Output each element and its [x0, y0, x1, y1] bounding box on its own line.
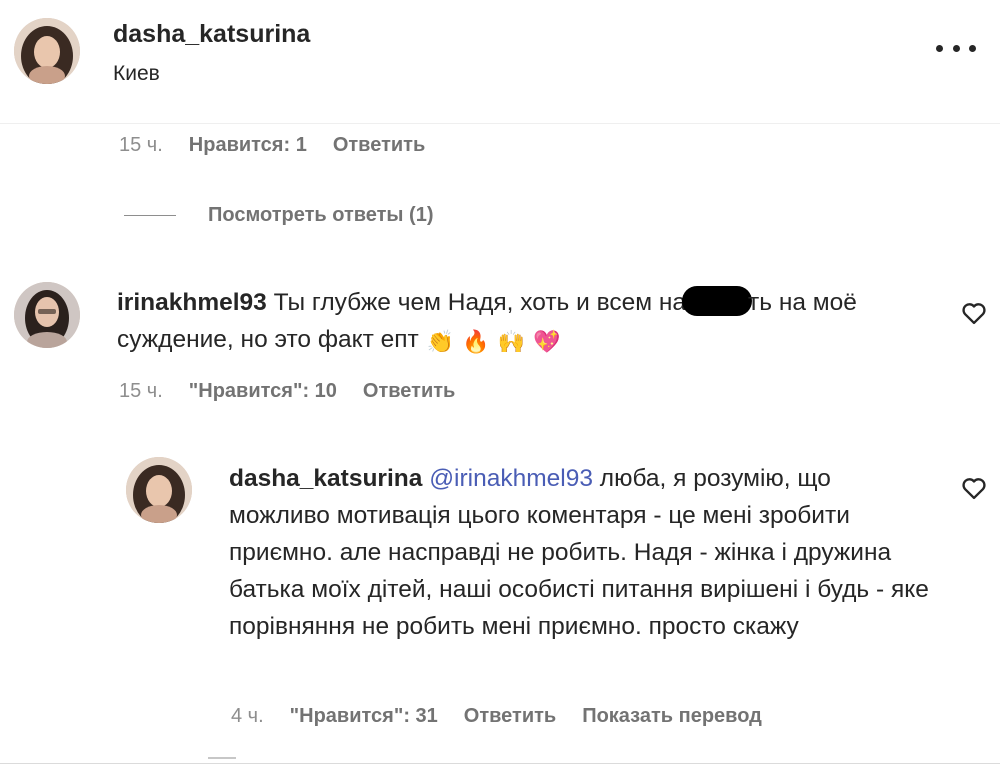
comment-time: 15 ч.	[119, 134, 163, 156]
divider-line	[208, 757, 236, 759]
avatar[interactable]	[14, 282, 80, 348]
sparkling-heart-icon: 💖	[532, 329, 561, 354]
likes-count[interactable]: Нравится: 1	[189, 134, 307, 157]
reply-text: dasha_katsurina @irinakhmel93 люба, я ро…	[229, 460, 929, 645]
reply-meta: 4 ч. "Нравится": 31 Ответить Показать пе…	[231, 705, 788, 728]
view-replies-label[interactable]: Посмотреть ответы (1)	[208, 204, 434, 227]
avatar[interactable]	[126, 457, 192, 523]
clapping-hands-icon: 👏	[426, 329, 455, 354]
reply-time: 4 ч.	[231, 705, 264, 727]
divider-line	[124, 215, 176, 216]
redaction-mark	[682, 286, 753, 316]
more-horizontal-icon[interactable]	[936, 38, 976, 58]
reply-button[interactable]: Ответить	[333, 134, 425, 157]
likes-count[interactable]: "Нравится": 10	[189, 380, 337, 403]
reply-username[interactable]: dasha_katsurina	[229, 465, 422, 492]
like-heart-icon[interactable]	[960, 299, 988, 327]
header-location[interactable]: Киев	[113, 62, 160, 86]
comment-time: 15 ч.	[119, 380, 163, 402]
comment-meta: 15 ч. Нравится: 1 Ответить	[119, 134, 451, 157]
like-heart-icon[interactable]	[960, 474, 988, 502]
likes-count[interactable]: "Нравится": 31	[290, 705, 438, 728]
view-replies-button[interactable]: Посмотреть ответы (1)	[124, 204, 434, 227]
avatar[interactable]	[14, 18, 80, 84]
reply-button[interactable]: Ответить	[363, 380, 455, 403]
comment-username[interactable]: irinakhmel93	[117, 289, 267, 316]
header-username[interactable]: dasha_katsurina	[113, 20, 310, 49]
post-header: dasha_katsurina Киев	[0, 0, 1000, 124]
mention-link[interactable]: @irinakhmel93	[429, 465, 593, 492]
show-translation-button[interactable]: Показать перевод	[582, 705, 762, 728]
comment-body-start: Ты глубже чем Надя, хоть и всем на	[273, 289, 687, 316]
comment-text: irinakhmel93 Ты глубже чем Надя, хоть и …	[117, 284, 907, 360]
fire-icon: 🔥	[462, 329, 490, 354]
raising-hands-icon: 🙌	[497, 329, 525, 354]
reply-button[interactable]: Ответить	[464, 705, 556, 728]
divider-line	[0, 763, 1000, 764]
comment-meta: 15 ч. "Нравится": 10 Ответить	[119, 380, 481, 403]
